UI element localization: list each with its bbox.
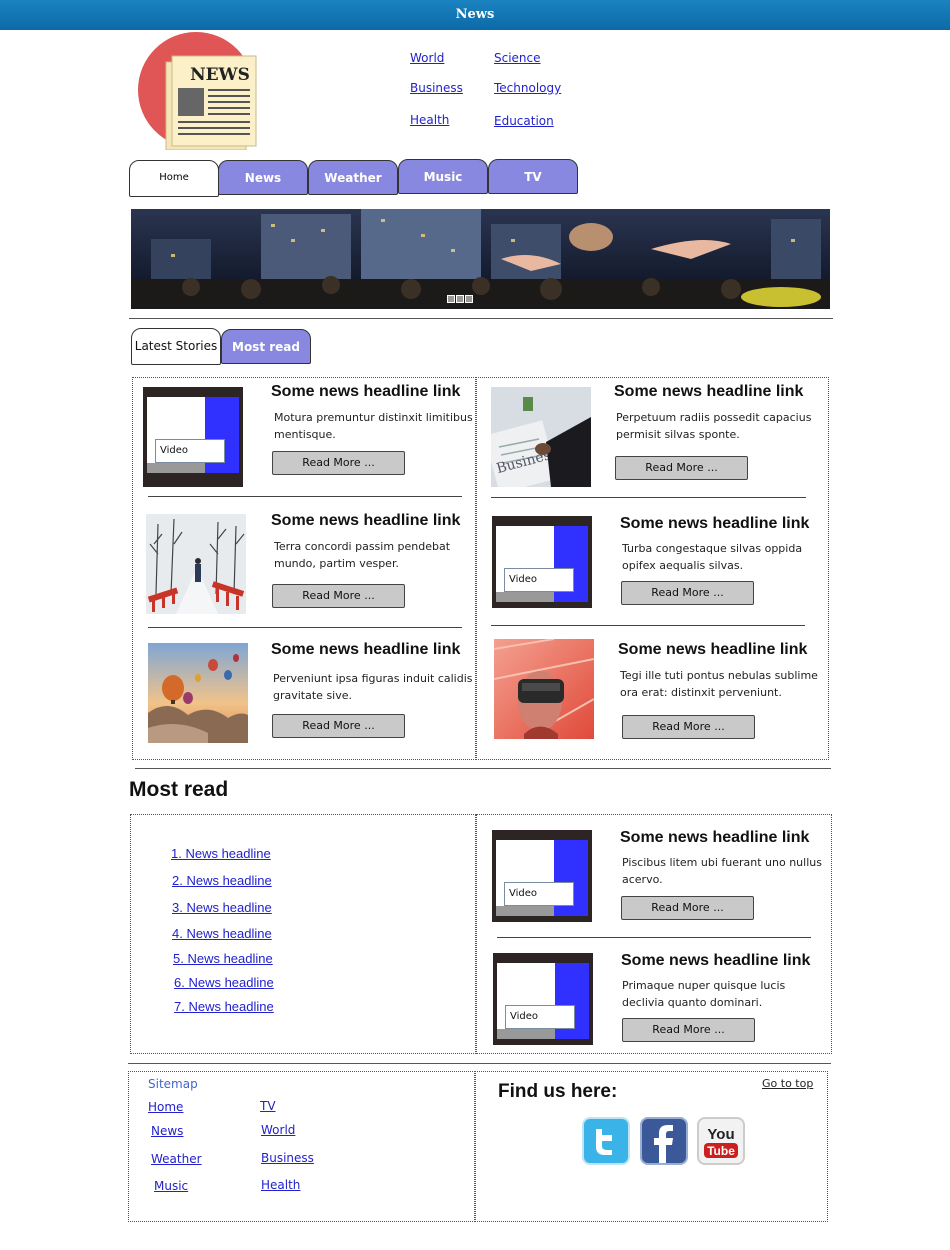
divider: [491, 625, 805, 626]
story-headline-link[interactable]: Some news headline link: [271, 512, 460, 530]
vr-headset-photo[interactable]: [494, 639, 594, 739]
story-headline-link[interactable]: Some news headline link: [620, 515, 809, 533]
story-summary: Turba congestaque silvas oppida opifex a…: [622, 542, 803, 572]
winter-bridge-photo[interactable]: [146, 514, 246, 614]
story-summary: Perveniunt ipsa figuras induit calidis g…: [273, 672, 473, 702]
divider: [491, 497, 806, 498]
hero-banner-image[interactable]: [131, 209, 830, 309]
story-summary: Tegi ille tuti pontus nebulas sublime or…: [620, 669, 818, 699]
sitemap-link-home[interactable]: Home: [148, 1100, 183, 1114]
tab-most-read[interactable]: Most read: [221, 329, 311, 364]
video-thumbnail[interactable]: Video: [492, 516, 592, 608]
read-more-button[interactable]: Read More ...: [272, 451, 405, 475]
read-more-button[interactable]: Read More ...: [272, 714, 405, 738]
video-thumbnail[interactable]: Video: [492, 830, 592, 922]
most-read-link[interactable]: 4. News headline: [172, 926, 272, 941]
read-more-button[interactable]: Read More ...: [622, 1018, 755, 1042]
svg-text:NEWS: NEWS: [190, 65, 250, 85]
top-link-business[interactable]: Business: [410, 81, 463, 95]
sitemap-link-tv[interactable]: TV: [260, 1099, 276, 1113]
sitemap-link-music[interactable]: Music: [154, 1179, 188, 1193]
story-headline-link[interactable]: Some news headline link: [271, 383, 460, 401]
sitemap-link-weather[interactable]: Weather: [151, 1152, 202, 1166]
read-more-button[interactable]: Read More ...: [622, 715, 755, 739]
sitemap-link-business[interactable]: Business: [261, 1151, 314, 1165]
carousel-dot[interactable]: [465, 295, 473, 303]
svg-text:You: You: [707, 1126, 734, 1143]
most-read-link[interactable]: 6. News headline: [174, 975, 274, 990]
story-summary: Primaque nuper quisque lucis declivia qu…: [622, 979, 786, 1009]
read-more-button[interactable]: Read More ...: [272, 584, 405, 608]
facebook-icon[interactable]: [640, 1117, 688, 1165]
story-headline-link[interactable]: Some news headline link: [271, 641, 460, 659]
divider: [148, 627, 462, 628]
top-link-education[interactable]: Education: [494, 114, 554, 128]
divider: [135, 768, 831, 769]
story-headline-link[interactable]: Some news headline link: [620, 829, 809, 847]
nav-tab-home[interactable]: Home: [129, 160, 219, 197]
window-title-bar: News: [0, 0, 950, 30]
most-read-link[interactable]: 7. News headline: [174, 999, 274, 1014]
story-headline-link[interactable]: Some news headline link: [614, 383, 803, 401]
divider: [497, 937, 811, 938]
footer-sitemap-box: [128, 1071, 475, 1222]
most-read-link[interactable]: 3. News headline: [172, 900, 272, 915]
video-thumbnail[interactable]: Video: [143, 387, 243, 487]
read-more-button[interactable]: Read More ...: [615, 456, 748, 480]
sitemap-link-health[interactable]: Health: [261, 1178, 300, 1192]
read-more-button[interactable]: Read More ...: [621, 581, 754, 605]
most-read-link[interactable]: 1. News headline: [171, 846, 271, 861]
window-title: News: [455, 7, 495, 22]
most-read-title: Most read: [129, 778, 229, 801]
video-label: Video: [504, 568, 574, 592]
top-link-science[interactable]: Science: [494, 51, 541, 65]
read-more-button[interactable]: Read More ...: [621, 896, 754, 920]
divider: [128, 1063, 831, 1064]
sitemap-link-world[interactable]: World: [261, 1123, 295, 1137]
tab-latest-stories[interactable]: Latest Stories: [131, 328, 221, 365]
video-label: Video: [505, 1005, 575, 1029]
go-to-top-link[interactable]: Go to top: [762, 1077, 813, 1090]
most-read-link[interactable]: 2. News headline: [172, 873, 272, 888]
sitemap-title: Sitemap: [148, 1077, 198, 1091]
video-label: Video: [504, 882, 574, 906]
twitter-icon[interactable]: [582, 1117, 630, 1165]
youtube-icon[interactable]: You Tube: [697, 1117, 745, 1165]
nav-tab-tv[interactable]: TV: [488, 159, 578, 194]
video-label: Video: [155, 439, 225, 463]
story-summary: Terra concordi passim pendebat mundo, pa…: [274, 540, 451, 570]
carousel-dot[interactable]: [447, 295, 455, 303]
carousel-dot[interactable]: [456, 295, 464, 303]
carousel-dots: [447, 288, 474, 307]
story-summary: Motura premuntur distinxit limitibus men…: [274, 411, 473, 441]
find-us-heading: Find us here:: [498, 1081, 618, 1102]
top-link-health[interactable]: Health: [410, 113, 449, 127]
hot-air-balloons-photo[interactable]: [148, 643, 248, 743]
story-headline-link[interactable]: Some news headline link: [621, 952, 810, 970]
sitemap-link-news[interactable]: News: [151, 1124, 183, 1138]
nav-tab-music[interactable]: Music: [398, 159, 488, 194]
video-thumbnail[interactable]: Video: [493, 953, 593, 1045]
story-summary: Perpetuum radiis possedit capacius permi…: [616, 411, 812, 441]
story-headline-link[interactable]: Some news headline link: [618, 641, 807, 659]
nav-tab-news[interactable]: News: [218, 160, 308, 195]
divider: [148, 496, 462, 497]
nav-tab-weather[interactable]: Weather: [308, 160, 398, 195]
most-read-link[interactable]: 5. News headline: [173, 951, 273, 966]
svg-text:Tube: Tube: [707, 1144, 735, 1158]
top-link-technology[interactable]: Technology: [494, 81, 561, 95]
story-summary: Piscibus litem ubi fuerant uno nullus ac…: [622, 856, 822, 886]
news-logo[interactable]: NEWS: [138, 32, 263, 151]
business-photo[interactable]: Business: [491, 387, 591, 487]
divider: [129, 318, 833, 319]
top-link-world[interactable]: World: [410, 51, 444, 65]
